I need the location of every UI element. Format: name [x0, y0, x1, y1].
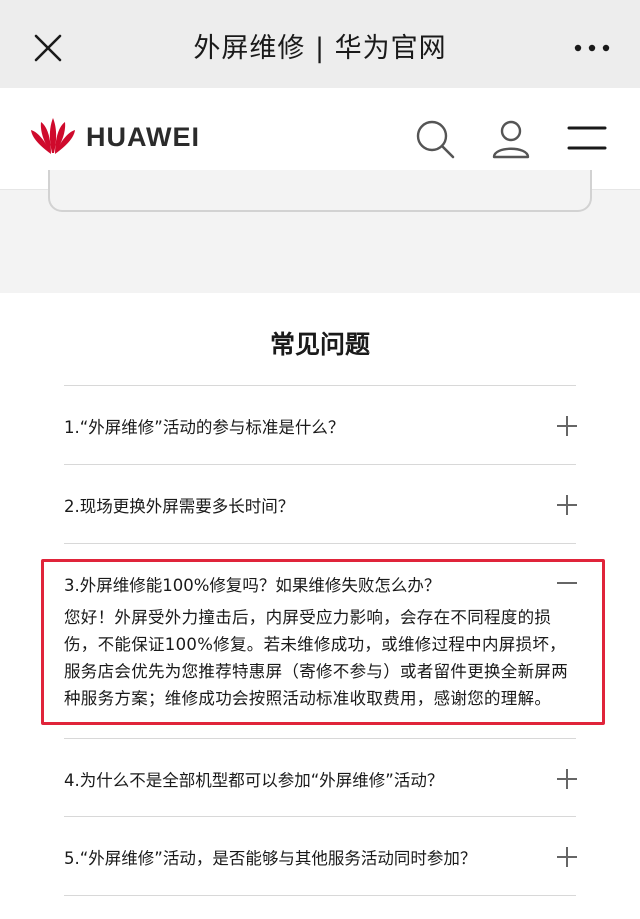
- huawei-logo-icon[interactable]: [28, 116, 78, 156]
- faq-question-2[interactable]: 2.现场更换外屏需要多长时间？: [64, 493, 294, 517]
- divider: [64, 464, 576, 465]
- plus-icon[interactable]: [556, 846, 578, 868]
- divider: [64, 543, 576, 544]
- divider: [64, 738, 576, 739]
- plus-icon[interactable]: [556, 415, 578, 437]
- faq-question-1[interactable]: 1.“外屏维修”活动的参与标准是什么？: [64, 414, 344, 438]
- user-icon[interactable]: [490, 118, 532, 160]
- page-title: 外屏维修 | 华为官网: [193, 33, 447, 64]
- brand-name[interactable]: HUAWEI: [86, 122, 200, 153]
- plus-icon[interactable]: [556, 768, 578, 790]
- divider: [64, 816, 576, 817]
- app-title-bar: 外屏维修 | 华为官网: [0, 0, 640, 88]
- faq-title: 常见问题: [269, 330, 370, 359]
- menu-icon[interactable]: [566, 124, 608, 154]
- previous-card: [48, 170, 592, 212]
- search-icon[interactable]: [414, 118, 456, 160]
- faq-question-5[interactable]: 5.“外屏维修”活动，是否能够与其他服务活动同时参加？: [64, 845, 476, 869]
- faq-question-4[interactable]: 4.为什么不是全部机型都可以参加“外屏维修”活动？: [64, 767, 443, 791]
- more-dots-icon[interactable]: [572, 38, 612, 58]
- plus-icon[interactable]: [556, 494, 578, 516]
- divider: [64, 385, 576, 386]
- divider: [64, 895, 576, 896]
- highlight-annotation: [41, 559, 605, 725]
